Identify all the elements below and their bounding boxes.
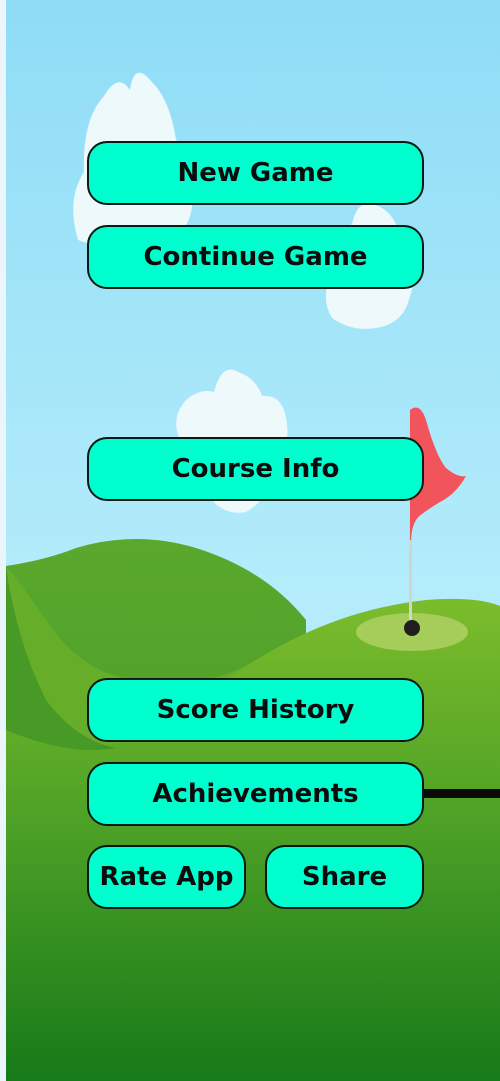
- continue-game-button[interactable]: Continue Game: [87, 225, 424, 289]
- achievements-button[interactable]: Achievements: [87, 762, 424, 826]
- decorative-bar: [424, 789, 500, 798]
- course-info-button[interactable]: Course Info: [87, 437, 424, 501]
- share-button[interactable]: Share: [265, 845, 424, 909]
- new-game-button[interactable]: New Game: [87, 141, 424, 205]
- score-history-button[interactable]: Score History: [87, 678, 424, 742]
- rate-app-button[interactable]: Rate App: [87, 845, 246, 909]
- main-menu-screen: New Game Continue Game Course Info Score…: [6, 0, 500, 1081]
- golf-hole-icon: [404, 620, 420, 636]
